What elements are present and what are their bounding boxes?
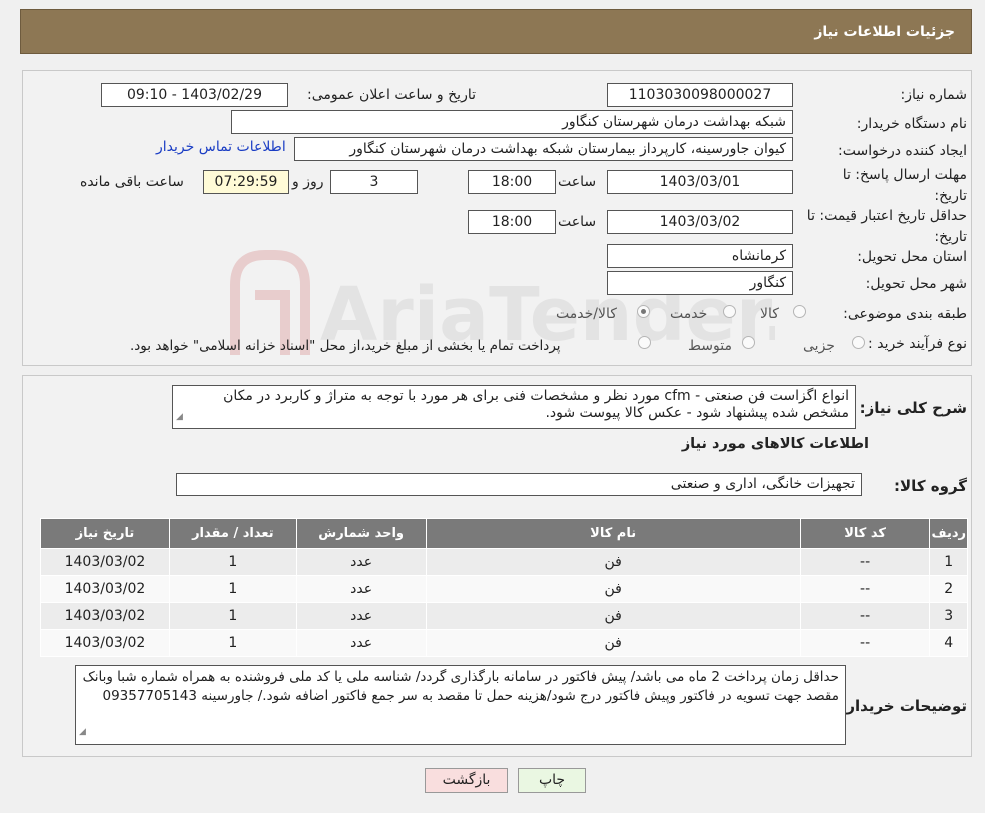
process-radio-minor[interactable]	[852, 336, 865, 349]
resize-grip-icon[interactable]: ◢	[79, 723, 86, 742]
announce-label: تاریخ و ساعت اعلان عمومی:	[307, 87, 476, 103]
cell-code: --	[799, 548, 931, 576]
col-header-date: تاریخ نیاز	[40, 518, 170, 549]
process-radio-medium[interactable]	[742, 336, 755, 349]
category-radio-goods-service[interactable]	[637, 305, 650, 318]
requester-label: ایجاد کننده درخواست:	[838, 143, 967, 159]
validity-date-field: 1403/03/02	[607, 210, 793, 234]
deadline-date-field: 1403/03/01	[607, 170, 793, 194]
days-field: 3	[330, 170, 418, 194]
need-number-label: شماره نیاز:	[900, 87, 968, 103]
cell-name: فن	[425, 548, 801, 576]
cell-quantity: 1	[168, 629, 297, 657]
summary-text: انواع اگزاست فن صنعتی - cfm مورد نظر و م…	[223, 388, 849, 421]
category-option-goods: کالا	[760, 306, 779, 322]
goods-info-title: اطلاعات کالاهای مورد نیاز	[681, 436, 869, 452]
cell-name: فن	[425, 629, 801, 657]
category-option-goods-service: کالا/خدمت	[556, 306, 617, 322]
cell-date: 1403/03/02	[40, 629, 170, 657]
table-row: 1 -- فن عدد 1 1403/03/02	[40, 548, 968, 576]
col-header-name: نام کالا	[425, 518, 801, 549]
deadline-time-field: 18:00	[468, 170, 556, 194]
category-option-service: خدمت	[670, 306, 708, 322]
col-header-row-number: ردیف	[929, 518, 968, 549]
table-row: 4 -- فن عدد 1 1403/03/02	[40, 629, 968, 657]
cell-row-number: 2	[929, 575, 968, 603]
goods-table: ردیف کد کالا نام کالا واحد شمارش تعداد /…	[40, 518, 968, 657]
process-radio-treasury[interactable]	[638, 336, 651, 349]
cell-name: فن	[425, 575, 801, 603]
cell-unit: عدد	[295, 602, 427, 630]
category-radio-service[interactable]	[723, 305, 736, 318]
category-label: طبقه بندی موضوعی:	[843, 306, 967, 322]
category-radio-goods[interactable]	[793, 305, 806, 318]
summary-label: شرح کلی نیاز:	[859, 399, 967, 417]
cell-unit: عدد	[295, 548, 427, 576]
deadline-time-label: ساعت	[558, 174, 597, 190]
buyer-org-field: شبکه بهداشت درمان شهرستان کنگاور	[231, 110, 793, 134]
buyer-notes-label: توضیحات خریدار:	[840, 697, 967, 715]
col-header-unit: واحد شمارش	[295, 518, 427, 549]
remaining-label: ساعت باقی مانده	[80, 174, 184, 190]
cell-date: 1403/03/02	[40, 602, 170, 630]
buyer-contact-link[interactable]: اطلاعات تماس خریدار	[156, 139, 286, 155]
cell-quantity: 1	[168, 602, 297, 630]
city-field: کنگاور	[607, 271, 793, 295]
cell-date: 1403/03/02	[40, 575, 170, 603]
validity-time-label: ساعت	[558, 214, 597, 230]
resize-grip-icon[interactable]: ◢	[176, 409, 183, 426]
page-title: جزئیات اطلاعات نیاز	[814, 24, 955, 40]
cell-row-number: 1	[929, 548, 968, 576]
days-label: روز و	[292, 174, 324, 190]
cell-unit: عدد	[295, 575, 427, 603]
province-label: استان محل تحویل:	[857, 249, 967, 265]
page-header: جزئیات اطلاعات نیاز	[20, 9, 972, 54]
cell-unit: عدد	[295, 629, 427, 657]
requester-field: کیوان جاورسینه، کارپرداز بیمارستان شبکه …	[294, 137, 793, 161]
remaining-time-field: 07:29:59	[203, 170, 289, 194]
goods-group-field: تجهیزات خانگی، اداری و صنعتی	[176, 473, 862, 496]
col-header-code: کد کالا	[799, 518, 931, 549]
print-button[interactable]: چاپ	[518, 768, 586, 793]
cell-quantity: 1	[168, 548, 297, 576]
back-button[interactable]: بازگشت	[425, 768, 508, 793]
cell-row-number: 4	[929, 629, 968, 657]
province-field: کرمانشاه	[607, 244, 793, 268]
validity-label: حداقل تاریخ اعتبار قیمت: تا تاریخ:	[806, 208, 967, 245]
goods-group-label: گروه کالا:	[894, 477, 967, 495]
buyer-notes-text: حداقل زمان پرداخت 2 ماه می باشد/ پیش فاک…	[82, 669, 839, 704]
cell-code: --	[799, 629, 931, 657]
validity-time-field: 18:00	[468, 210, 556, 234]
city-label: شهر محل تحویل:	[865, 276, 967, 292]
process-label: نوع فرآیند خرید :	[868, 336, 967, 352]
buyer-org-label: نام دستگاه خریدار:	[856, 116, 967, 132]
process-option-minor: جزیی	[803, 338, 835, 354]
cell-name: فن	[425, 602, 801, 630]
cell-quantity: 1	[168, 575, 297, 603]
table-row: 3 -- فن عدد 1 1403/03/02	[40, 602, 968, 630]
col-header-quantity: تعداد / مقدار	[168, 518, 297, 549]
deadline-label: مهلت ارسال پاسخ: تا تاریخ:	[842, 167, 967, 204]
need-number-field: 1103030098000027	[607, 83, 793, 107]
summary-textarea: انواع اگزاست فن صنعتی - cfm مورد نظر و م…	[172, 385, 856, 429]
cell-row-number: 3	[929, 602, 968, 630]
process-option-medium: متوسط	[688, 338, 732, 354]
cell-date: 1403/03/02	[40, 548, 170, 576]
table-header-row: ردیف کد کالا نام کالا واحد شمارش تعداد /…	[40, 518, 968, 549]
cell-code: --	[799, 602, 931, 630]
table-row: 2 -- فن عدد 1 1403/03/02	[40, 575, 968, 603]
buyer-notes-textarea: حداقل زمان پرداخت 2 ماه می باشد/ پیش فاک…	[75, 665, 846, 745]
cell-code: --	[799, 575, 931, 603]
process-note: پرداخت تمام یا بخشی از مبلغ خرید،از محل …	[130, 338, 561, 354]
announce-field: 1403/02/29 - 09:10	[101, 83, 288, 107]
